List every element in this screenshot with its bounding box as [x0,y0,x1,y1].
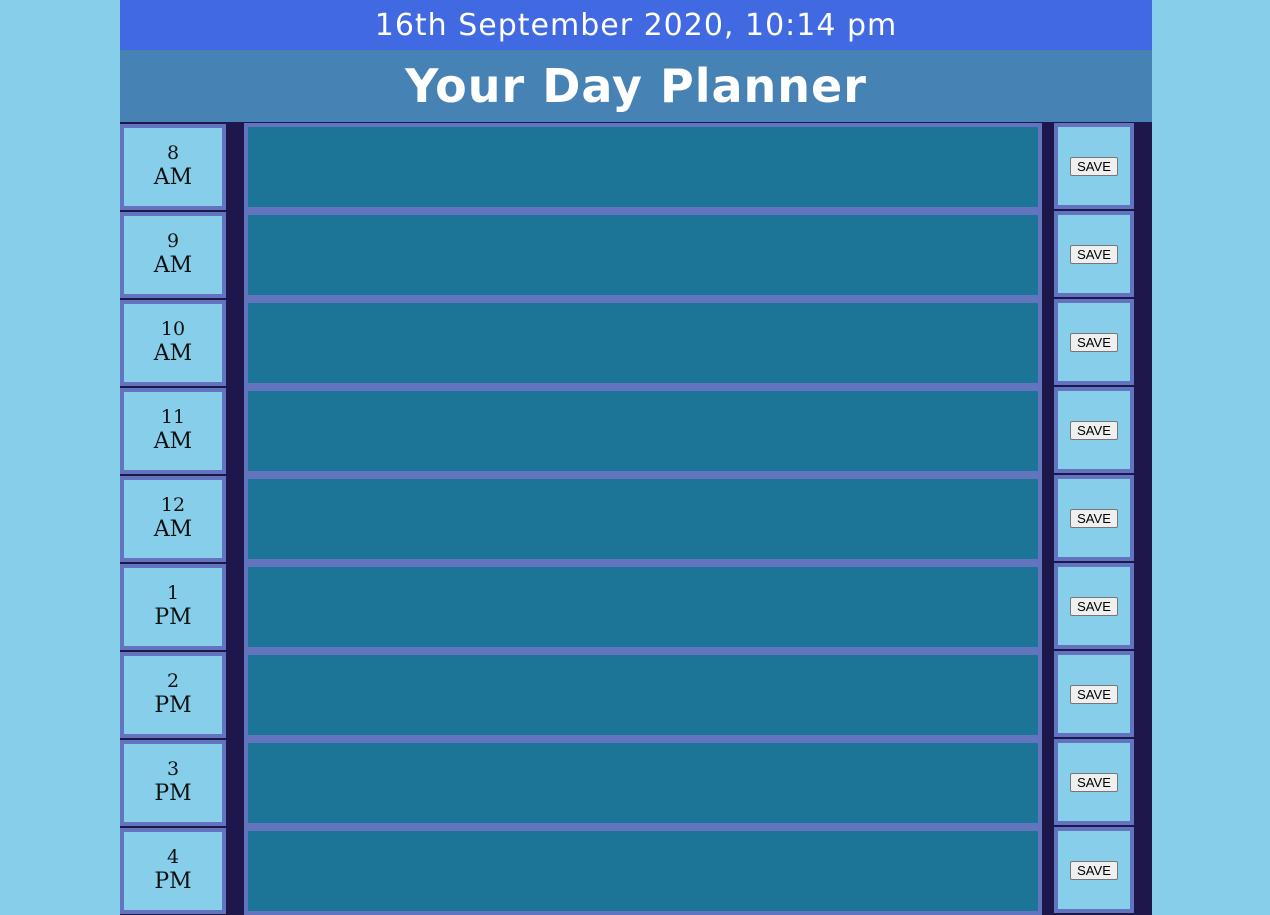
time-block-row: 9 AM SAVE [120,210,1152,299]
save-button[interactable]: SAVE [1070,244,1118,264]
save-cell: SAVE [1054,827,1134,913]
hour-period: PM [154,693,192,719]
hour-period: AM [153,165,193,191]
current-date: 16th September 2020, 10:14 pm [120,0,1152,50]
save-button[interactable]: SAVE [1070,860,1118,880]
task-input[interactable] [244,651,1042,739]
task-input[interactable] [244,387,1042,475]
save-cell: SAVE [1054,299,1134,385]
time-block-row: 2 PM SAVE [120,650,1152,739]
time-block-row: 8 AM SAVE [120,122,1152,211]
time-block-row: 12 AM SAVE [120,474,1152,563]
task-input[interactable] [244,123,1042,211]
hour-label: 12 AM [120,476,226,562]
save-cell: SAVE [1054,211,1134,297]
hour-number: 1 [166,582,180,605]
day-planner: 16th September 2020, 10:14 pm Your Day P… [120,0,1152,915]
save-cell: SAVE [1054,739,1134,825]
hour-label: 10 AM [120,300,226,386]
save-cell: SAVE [1054,651,1134,737]
hour-label: 4 PM [120,828,226,914]
hour-label: 1 PM [120,564,226,650]
hour-period: AM [153,341,193,367]
task-input[interactable] [244,739,1042,827]
hour-number: 8 [166,142,180,165]
hour-period: AM [153,517,193,543]
hour-number: 9 [166,230,180,253]
task-input[interactable] [244,827,1042,915]
page-title: Your Day Planner [120,50,1152,122]
hour-number: 10 [160,318,186,341]
save-cell: SAVE [1054,563,1134,649]
time-block-row: 10 AM SAVE [120,298,1152,387]
hour-number: 2 [166,670,180,693]
save-button[interactable]: SAVE [1070,156,1118,176]
save-button[interactable]: SAVE [1070,332,1118,352]
save-button[interactable]: SAVE [1070,508,1118,528]
save-cell: SAVE [1054,387,1134,473]
task-input[interactable] [244,299,1042,387]
time-block-row: 1 PM SAVE [120,562,1152,651]
hour-label: 9 AM [120,212,226,298]
time-blocks: 8 AM SAVE 9 AM SAVE 10 AM SAVE 11 AM SAV… [120,122,1152,915]
hour-label: 8 AM [120,124,226,210]
task-input[interactable] [244,211,1042,299]
hour-period: PM [154,869,192,895]
save-button[interactable]: SAVE [1070,684,1118,704]
hour-label: 3 PM [120,740,226,826]
hour-number: 12 [160,494,186,517]
task-input[interactable] [244,475,1042,563]
hour-period: AM [153,429,193,455]
hour-period: AM [153,253,193,279]
hour-label: 2 PM [120,652,226,738]
time-block-row: 3 PM SAVE [120,738,1152,827]
save-cell: SAVE [1054,123,1134,209]
planner-header: 16th September 2020, 10:14 pm Your Day P… [120,0,1152,122]
task-input[interactable] [244,563,1042,651]
save-cell: SAVE [1054,475,1134,561]
save-button[interactable]: SAVE [1070,420,1118,440]
hour-label: 11 AM [120,388,226,474]
hour-number: 3 [166,758,180,781]
hour-number: 4 [166,846,180,869]
hour-period: PM [154,605,192,631]
hour-number: 11 [160,406,186,429]
time-block-row: 4 PM SAVE [120,826,1152,915]
save-button[interactable]: SAVE [1070,772,1118,792]
save-button[interactable]: SAVE [1070,596,1118,616]
hour-period: PM [154,781,192,807]
time-block-row: 11 AM SAVE [120,386,1152,475]
